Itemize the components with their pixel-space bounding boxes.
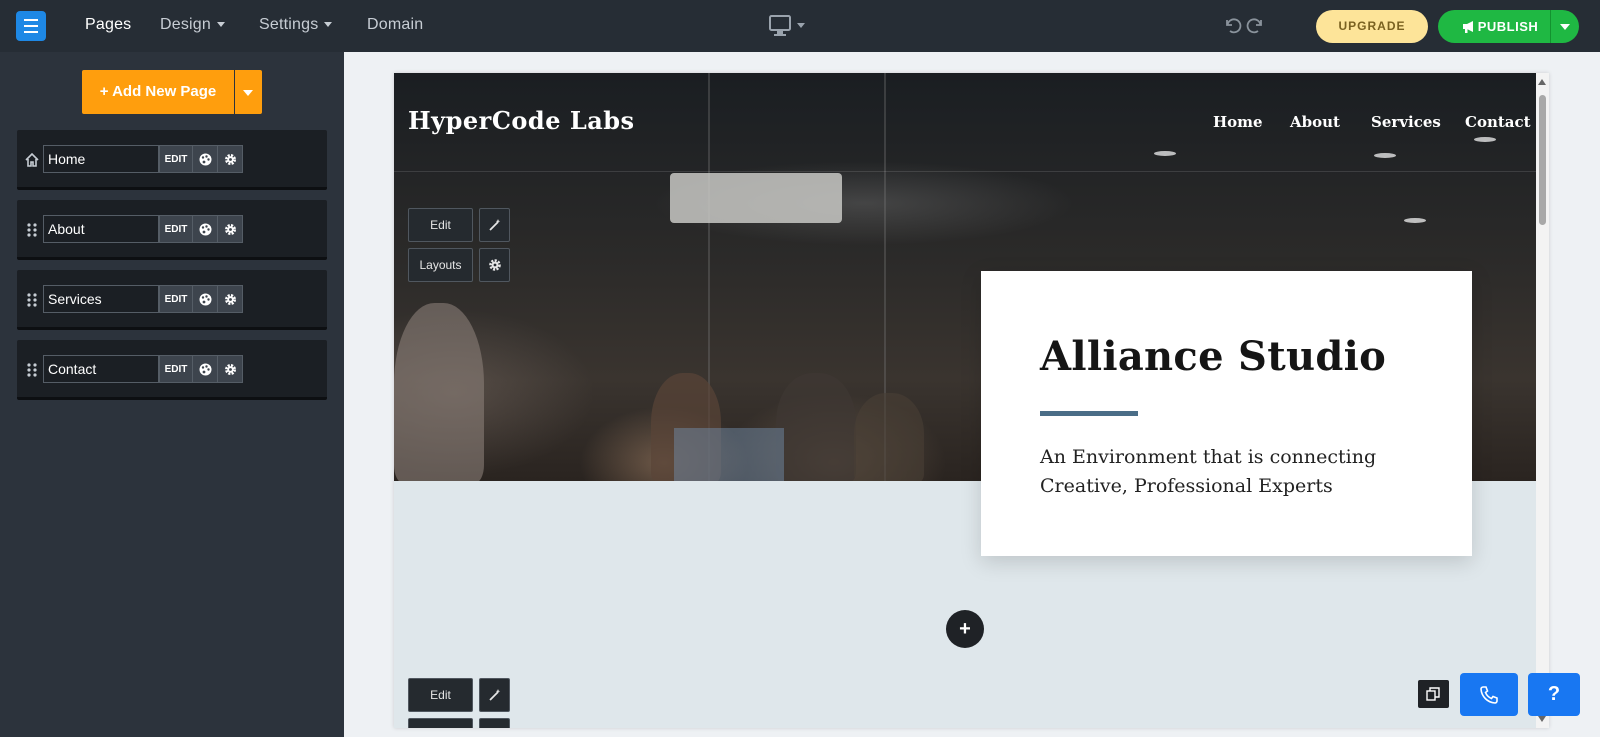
page-settings-button[interactable]	[217, 285, 243, 313]
palette-icon	[199, 363, 212, 376]
gear-icon	[225, 294, 236, 305]
section-settings-button-partial[interactable]	[479, 718, 510, 728]
undo-redo-group	[1222, 16, 1266, 36]
nav-settings-label: Settings	[259, 16, 319, 33]
duplicate-section-button[interactable]	[1418, 680, 1449, 708]
nav-design-label: Design	[160, 16, 212, 33]
page-row-services: Services EDIT	[17, 270, 327, 330]
copy-icon	[1426, 687, 1440, 701]
drag-handle-icon[interactable]	[25, 362, 39, 378]
page-edit-button[interactable]: EDIT	[159, 355, 193, 383]
page-edit-button[interactable]: EDIT	[159, 285, 193, 313]
page-name-input[interactable]: About	[43, 215, 159, 243]
site-nav-home[interactable]: Home	[1213, 113, 1263, 131]
scroll-thumb[interactable]	[1539, 95, 1546, 225]
page-row-home: Home EDIT	[17, 130, 327, 190]
top-bar: Pages Design Settings Domain UPGRADE PUB…	[0, 0, 1600, 52]
drag-handle-icon[interactable]	[25, 292, 39, 308]
gear-icon	[489, 259, 501, 271]
gear-icon	[225, 364, 236, 375]
section-magic-button[interactable]	[479, 208, 510, 242]
add-page-options-button[interactable]	[235, 70, 262, 114]
canvas-scrollbar[interactable]	[1536, 73, 1549, 728]
section-magic-button[interactable]	[479, 678, 510, 712]
hero-title[interactable]: Alliance Studio	[1040, 333, 1386, 380]
add-new-page-button[interactable]: + Add New Page	[82, 70, 234, 114]
palette-icon	[199, 153, 212, 166]
page-edit-button[interactable]: EDIT	[159, 215, 193, 243]
site-nav-about[interactable]: About	[1290, 113, 1340, 131]
page-design-button[interactable]	[192, 215, 218, 243]
publish-button[interactable]: PUBLISH	[1438, 10, 1579, 43]
page-name-input[interactable]: Contact	[43, 355, 159, 383]
pages-sidebar: + Add New Page Home EDIT About EDIT Serv…	[0, 52, 344, 737]
site-brand-logo[interactable]: HyperCode Labs	[408, 106, 635, 135]
section-layouts-button-partial[interactable]	[408, 718, 473, 728]
nav-domain[interactable]: Domain	[367, 16, 423, 34]
publish-label: PUBLISH	[1477, 19, 1539, 34]
hero-text-card: Alliance Studio An Environment that is c…	[981, 271, 1472, 556]
scroll-up-icon[interactable]	[1538, 79, 1546, 85]
nav-pages[interactable]: Pages	[85, 16, 131, 34]
section-settings-button[interactable]	[479, 248, 510, 282]
page-design-button[interactable]	[192, 285, 218, 313]
page-design-button[interactable]	[192, 355, 218, 383]
nav-design[interactable]: Design	[160, 16, 226, 34]
magic-wand-icon	[489, 219, 501, 231]
help-button[interactable]: ?	[1528, 673, 1580, 716]
device-preview-toggle[interactable]	[769, 15, 811, 37]
undo-icon[interactable]	[1226, 18, 1242, 34]
scroll-down-icon[interactable]	[1538, 716, 1546, 722]
section-edit-button[interactable]: Edit	[408, 678, 473, 712]
chevron-down-icon	[243, 90, 253, 96]
page-settings-button[interactable]	[217, 355, 243, 383]
call-support-button[interactable]	[1460, 673, 1518, 716]
site-preview-canvas: HyperCode Labs Home About Services Conta…	[394, 73, 1549, 728]
home-icon	[25, 152, 39, 167]
hero-subtitle[interactable]: An Environment that is connecting Creati…	[1040, 443, 1420, 501]
section-layouts-button[interactable]: Layouts	[408, 248, 473, 282]
page-edit-button[interactable]: EDIT	[159, 145, 193, 173]
page-row-contact: Contact EDIT	[17, 340, 327, 400]
palette-icon	[199, 223, 212, 236]
page-design-button[interactable]	[192, 145, 218, 173]
title-divider	[1040, 411, 1138, 416]
app-logo-icon[interactable]	[16, 11, 46, 41]
magic-wand-icon	[489, 689, 501, 701]
page-name-input[interactable]: Home	[43, 145, 159, 173]
site-nav-contact[interactable]: Contact	[1465, 113, 1531, 131]
page-settings-button[interactable]	[217, 215, 243, 243]
upgrade-button[interactable]: UPGRADE	[1316, 10, 1428, 43]
page-name-input[interactable]: Services	[43, 285, 159, 313]
chevron-down-icon	[217, 22, 226, 28]
desktop-icon	[769, 15, 805, 36]
phone-icon	[1480, 686, 1498, 704]
site-nav-services[interactable]: Services	[1371, 113, 1441, 131]
section-edit-button[interactable]: Edit	[408, 208, 473, 242]
page-settings-button[interactable]	[217, 145, 243, 173]
add-section-button[interactable]: +	[946, 610, 984, 648]
gear-icon	[225, 154, 236, 165]
page-row-about: About EDIT	[17, 200, 327, 260]
redo-icon[interactable]	[1246, 18, 1262, 34]
nav-settings[interactable]: Settings	[259, 16, 333, 34]
drag-handle-icon[interactable]	[25, 222, 39, 238]
chevron-down-icon	[324, 22, 333, 28]
palette-icon	[199, 293, 212, 306]
gear-icon	[225, 224, 236, 235]
publish-options-chevron-icon[interactable]	[1560, 24, 1570, 30]
